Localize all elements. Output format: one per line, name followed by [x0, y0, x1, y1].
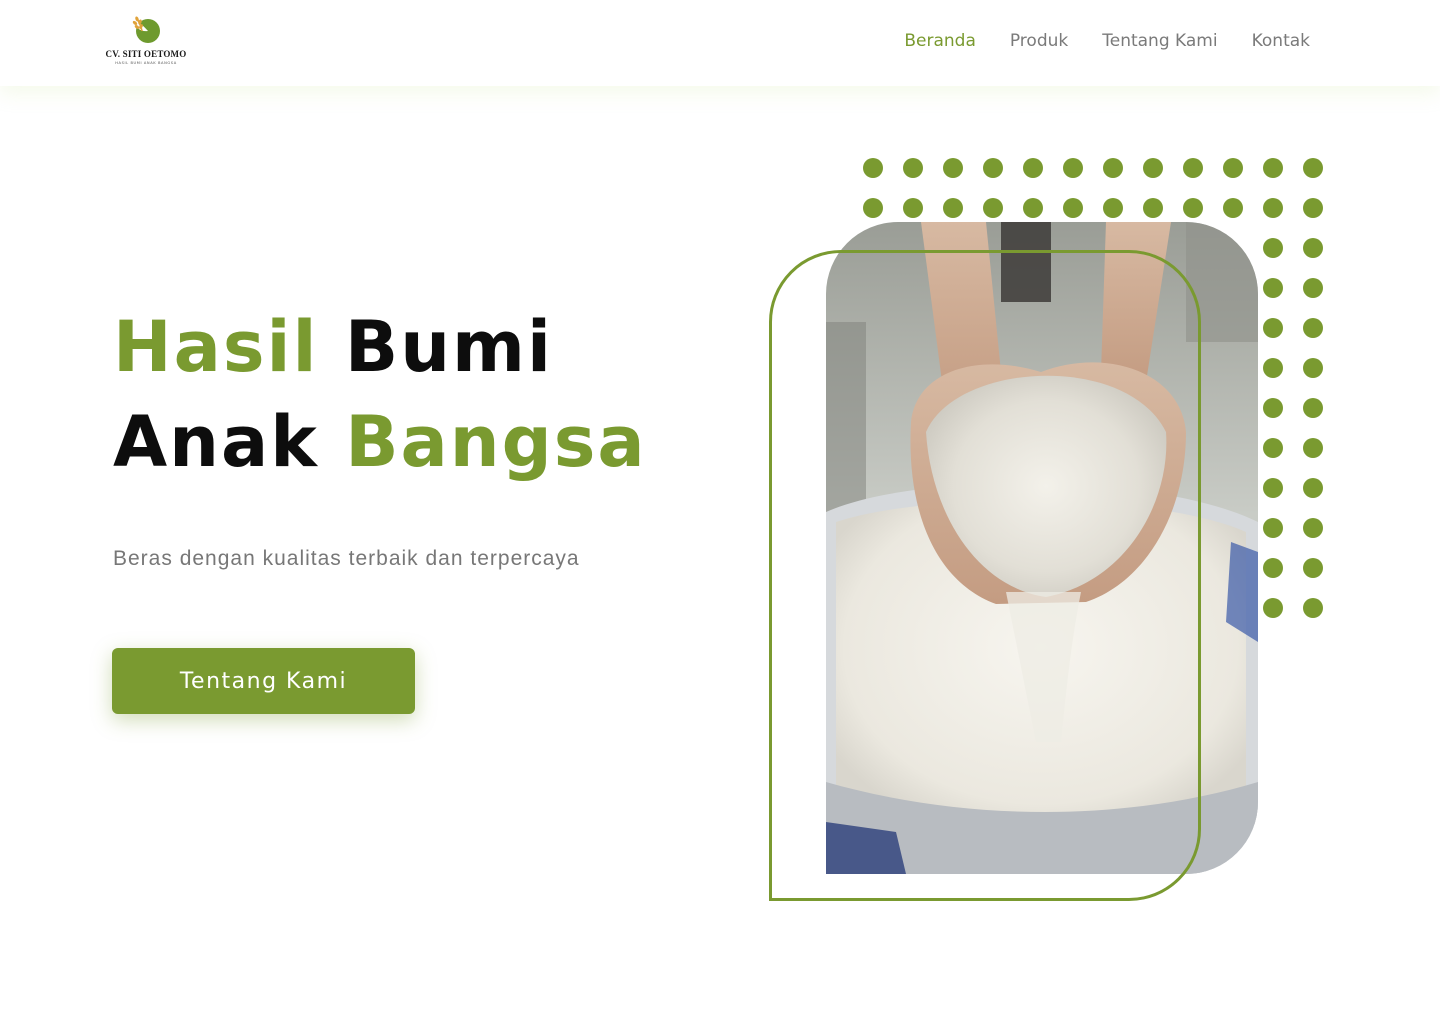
pattern-dot	[863, 198, 883, 218]
pattern-dot	[863, 158, 883, 178]
pattern-dot	[1063, 158, 1083, 178]
pattern-dot	[1103, 198, 1123, 218]
nav-item-beranda[interactable]: Beranda	[904, 31, 976, 51]
hero-title-word: Anak	[113, 401, 319, 483]
pattern-dot	[1023, 158, 1043, 178]
pattern-dot	[1303, 518, 1323, 538]
hero-title-word: Bumi	[344, 306, 553, 388]
pattern-dot	[1263, 398, 1283, 418]
hero-title: Hasil Bumi Anak Bangsa	[113, 300, 647, 490]
pattern-dot	[1023, 198, 1043, 218]
pattern-dot	[1143, 158, 1163, 178]
pattern-dot	[1303, 558, 1323, 578]
nav-item-kontak[interactable]: Kontak	[1252, 31, 1310, 51]
pattern-dot	[903, 158, 923, 178]
hero-rice-photo	[826, 222, 1258, 874]
pattern-dot	[1263, 358, 1283, 378]
pattern-dot	[903, 198, 923, 218]
pattern-dot	[1263, 278, 1283, 298]
hero-title-word: Bangsa	[345, 401, 647, 483]
pattern-dot	[1183, 158, 1203, 178]
pattern-dot	[1263, 478, 1283, 498]
hands-holding-rice-image	[826, 222, 1258, 874]
logo-tagline: HASIL BUMI ANAK BANGSA	[115, 61, 177, 65]
pattern-dot	[1263, 158, 1283, 178]
about-us-button[interactable]: Tentang Kami	[112, 648, 415, 714]
pattern-dot	[1263, 558, 1283, 578]
pattern-dot	[1223, 198, 1243, 218]
site-header: CV. SITI OETOMO HASIL BUMI ANAK BANGSA B…	[0, 0, 1440, 86]
pattern-dot	[1303, 478, 1323, 498]
pattern-dot	[1143, 198, 1163, 218]
pattern-dot	[1303, 238, 1323, 258]
pattern-dot	[1303, 278, 1323, 298]
pattern-dot	[1223, 158, 1243, 178]
pattern-dot	[1263, 318, 1283, 338]
pattern-dot	[943, 198, 963, 218]
pattern-dot	[1263, 198, 1283, 218]
pattern-dot	[1303, 318, 1323, 338]
main-nav: Beranda Produk Tentang Kami Kontak	[870, 31, 1310, 51]
pattern-dot	[1103, 158, 1123, 178]
company-logo[interactable]: CV. SITI OETOMO HASIL BUMI ANAK BANGSA	[100, 14, 192, 70]
pattern-dot	[1263, 598, 1283, 618]
pattern-dot	[1263, 438, 1283, 458]
nav-item-tentang-kami[interactable]: Tentang Kami	[1102, 31, 1217, 51]
pattern-dot	[1063, 198, 1083, 218]
hero-title-word: Hasil	[113, 306, 319, 388]
pattern-dot	[1303, 358, 1323, 378]
pattern-dot	[1303, 198, 1323, 218]
rice-leaf-logo-icon	[132, 16, 160, 43]
pattern-dot	[1263, 238, 1283, 258]
logo-company-name: CV. SITI OETOMO	[105, 49, 187, 59]
pattern-dot	[1303, 598, 1323, 618]
pattern-dot	[1303, 438, 1323, 458]
pattern-dot	[1303, 398, 1323, 418]
pattern-dot	[1183, 198, 1203, 218]
pattern-dot	[983, 198, 1003, 218]
pattern-dot	[1263, 518, 1283, 538]
pattern-dot	[943, 158, 963, 178]
pattern-dot	[1303, 158, 1323, 178]
hero-subtitle: Beras dengan kualitas terbaik dan terper…	[113, 547, 580, 570]
pattern-dot	[983, 158, 1003, 178]
nav-item-produk[interactable]: Produk	[1010, 31, 1068, 51]
